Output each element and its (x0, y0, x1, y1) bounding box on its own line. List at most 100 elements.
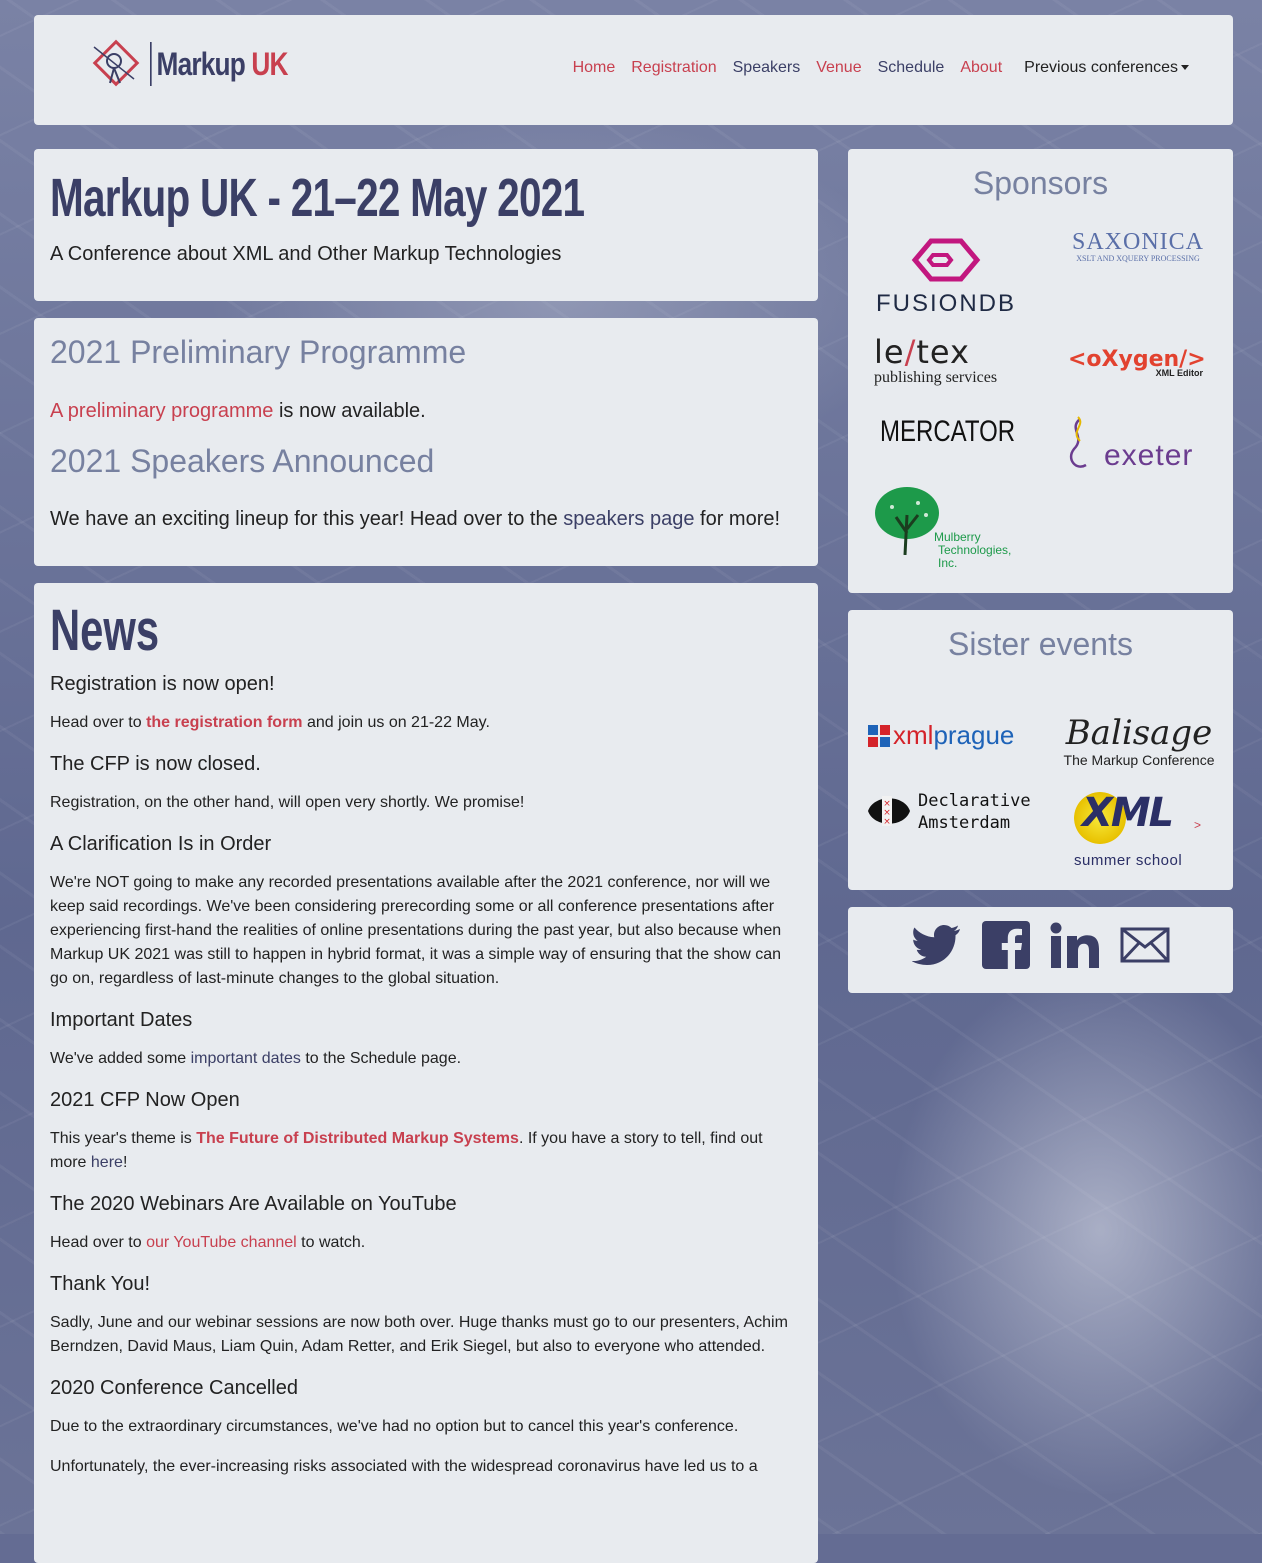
sister-declarative-amsterdam[interactable]: × × × Declarative Amsterdam (864, 788, 1031, 836)
news-text-pre: Head over to (50, 714, 147, 731)
news-title: News (50, 598, 160, 663)
speakers-text-start: We have an exciting lineup for this year… (50, 508, 564, 530)
programme-heading: 2021 Preliminary Programme (50, 334, 467, 370)
nav-home[interactable]: Home (573, 59, 616, 77)
news-text: Due to the extraordinary circumstances, … (50, 1418, 739, 1435)
nav-venue[interactable]: Venue (816, 59, 861, 77)
saxonica-name: SAXONICA (1071, 229, 1204, 255)
exeter-ribbon-icon (1069, 416, 1087, 468)
declarative-amsterdam-line1: Declarative (918, 791, 1031, 811)
email-icon[interactable] (1120, 927, 1170, 963)
brand-part-uk: UK (251, 46, 288, 82)
sponsor-oxygen[interactable]: <oXygen/> XML Editor (1068, 347, 1206, 378)
important-dates-link[interactable]: important dates (191, 1050, 301, 1067)
speakers-page-link[interactable]: speakers page (563, 508, 694, 530)
sponsor-mulberry[interactable]: Mulberry Technologies, Inc. (874, 485, 1034, 570)
programme-panel: 2021 Preliminary Programme A preliminary… (34, 318, 818, 566)
news-heading: 2020 Conference Cancelled (50, 1377, 298, 1399)
news-text-post: ! (122, 1154, 128, 1171)
letex-tagline: publishing services (874, 369, 998, 386)
news-heading: Thank You! (50, 1273, 151, 1295)
page-title: Markup UK - 21–22 May 2021 (50, 168, 585, 228)
news-text: This year's theme is The Future of Distr… (50, 1127, 790, 1175)
nav-previous-conferences-dropdown[interactable]: Previous conferences (1024, 59, 1189, 77)
social-panel (848, 907, 1233, 993)
twitter-icon[interactable] (912, 923, 962, 967)
facebook-icon[interactable] (982, 921, 1030, 969)
xml-summer-school-tagline: summer school (1074, 852, 1183, 869)
page-subtitle: A Conference about XML and Other Markup … (50, 243, 562, 265)
balisage-name: Balisage (1065, 713, 1213, 753)
news-heading: 2021 CFP Now Open (50, 1089, 240, 1111)
tree-icon (875, 487, 939, 555)
social-links (912, 921, 1170, 969)
news-text-post: and join us on 21-22 May. (302, 714, 490, 731)
news-text: Head over to our YouTube channel to watc… (50, 1231, 790, 1255)
news-text-pre: Head over to (50, 1234, 147, 1251)
sponsor-exeter[interactable]: exeter (1066, 415, 1208, 475)
main-nav: Home Registration Speakers Venue Schedul… (573, 59, 1189, 77)
brand-name: Markup UK (150, 42, 289, 86)
news-list: Registration is now open! Head over to t… (50, 671, 790, 1495)
xml-summer-school-name: XML (1082, 790, 1174, 836)
programme-link[interactable]: A preliminary programme (50, 400, 273, 422)
news-text: We're NOT going to make any recorded pre… (50, 874, 782, 987)
nav-previous-label: Previous conferences (1024, 59, 1178, 76)
xmlprague-name-a: xml (893, 720, 934, 750)
news-panel: News Registration is now open! Head over… (34, 583, 818, 1563)
caret-down-icon (1181, 65, 1189, 71)
sponsors-panel: Sponsors FUSIONDB SAXONICA XSLT AND XQUE… (848, 149, 1233, 593)
fusiondb-name: FUSIONDB (876, 290, 1017, 317)
news-text: We've added some important dates to the … (50, 1047, 790, 1071)
registration-form-link[interactable]: the registration form (146, 714, 302, 731)
cfp-here-link[interactable]: here (91, 1154, 123, 1171)
declarative-amsterdam-name: Declarative Amsterdam (918, 790, 1031, 834)
news-text-pre: This year's theme is (50, 1130, 197, 1147)
title-panel: Markup UK - 21–22 May 2021 A Conference … (34, 149, 818, 301)
sponsors-heading: Sponsors (972, 165, 1109, 201)
brand-part-markup: Markup (156, 46, 246, 82)
nav-speakers[interactable]: Speakers (733, 59, 801, 77)
letex-name: le/tex (874, 335, 1018, 369)
site-header: Markup UK Home Registration Speakers Ven… (34, 15, 1233, 125)
declarative-amsterdam-line2: Amsterdam (918, 813, 1011, 833)
sponsor-letex[interactable]: le/tex publishing services (874, 335, 1018, 387)
sister-balisage[interactable]: Balisage The Markup Conference (1054, 714, 1224, 768)
svg-text:×: × (883, 817, 891, 827)
fusiondb-logo-icon (911, 238, 981, 282)
xmlprague-squares-icon (868, 724, 890, 747)
letex-slash: / (904, 333, 917, 371)
news-text-post: to watch. (296, 1234, 366, 1251)
nav-about[interactable]: About (960, 59, 1002, 77)
sponsor-saxonica[interactable]: SAXONICA XSLT AND XQUERY PROCESSING (1063, 229, 1213, 263)
sponsor-fusiondb[interactable]: FUSIONDB (876, 233, 1016, 318)
letex-part-b: tex (916, 333, 970, 371)
nav-schedule[interactable]: Schedule (878, 59, 945, 77)
sister-events-panel: Sister events xmlprague Balisage The Mar… (848, 610, 1233, 890)
nav-registration[interactable]: Registration (631, 59, 716, 77)
news-heading: A Clarification Is in Order (50, 833, 272, 855)
ferris-wheel-logo-icon (92, 39, 140, 87)
mulberry-name-line2: Technologies, Inc. (938, 543, 1012, 570)
balisage-tagline: The Markup Conference (1063, 752, 1215, 768)
theme-link[interactable]: The Future of Distributed Markup Systems (196, 1130, 519, 1147)
news-text: Sadly, June and our webinar sessions are… (50, 1314, 788, 1355)
speakers-text-end: for more! (694, 508, 781, 530)
sister-events-heading: Sister events (948, 626, 1133, 662)
programme-text: A preliminary programme is now available… (50, 400, 426, 423)
news-text-post: to the Schedule page. (300, 1050, 462, 1067)
speakers-heading: 2021 Speakers Announced (50, 443, 435, 479)
sister-xmlprague[interactable]: xmlprague (868, 720, 1014, 751)
mercator-name: MERCATOR (880, 415, 1016, 448)
linkedin-icon[interactable] (1050, 922, 1100, 968)
sister-xml-summer-school[interactable]: XML > summer school (1068, 788, 1218, 872)
letex-part-a: le (874, 333, 905, 371)
site-logo[interactable]: Markup UK (90, 39, 318, 89)
xmlprague-name: xmlprague (893, 720, 1014, 751)
sponsor-mercator[interactable]: MERCATOR (874, 415, 1016, 449)
youtube-channel-link[interactable]: our YouTube channel (146, 1234, 297, 1251)
exeter-name: exeter (1104, 439, 1194, 472)
programme-text-rest: is now available. (273, 400, 426, 422)
speakers-text: We have an exciting lineup for this year… (50, 508, 780, 531)
xml-summer-school-arrow: > (1194, 818, 1202, 832)
